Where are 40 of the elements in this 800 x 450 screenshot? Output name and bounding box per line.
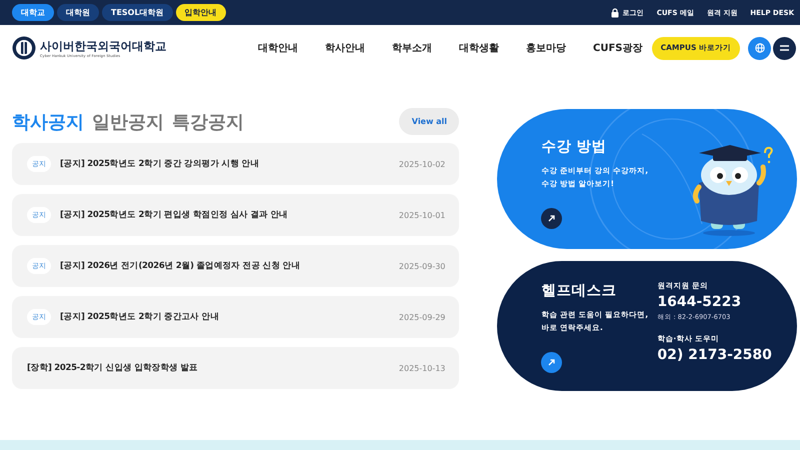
notice-title: [장학] 2025-2학기 신입생 입학장학생 발표 bbox=[27, 362, 198, 374]
nav-link[interactable]: CUFS광장 bbox=[593, 41, 642, 55]
notice-title: [공지] 2025학년도 2학기 중간고사 안내 bbox=[60, 311, 219, 323]
phone-number: 02) 2173-2580 bbox=[657, 347, 772, 363]
nav-link[interactable]: 대학생활 bbox=[459, 41, 499, 55]
arrow-icon bbox=[548, 215, 556, 222]
nav-link[interactable]: 학사안내 bbox=[325, 41, 365, 55]
notice-tab[interactable]: 학사공지 bbox=[12, 110, 84, 134]
notice-title: [공지] 2025학년도 2학기 편입생 학점인정 심사 결과 안내 bbox=[60, 209, 288, 221]
notice-tab[interactable]: 특강공지 bbox=[172, 110, 244, 134]
notice-date: 2025-09-30 bbox=[398, 262, 446, 270]
lock-icon bbox=[610, 8, 619, 18]
arrow-button[interactable] bbox=[541, 208, 562, 229]
site-tab[interactable]: 대학원 bbox=[57, 4, 99, 21]
notice-date: 2025-09-29 bbox=[398, 312, 446, 322]
view-all-button[interactable]: View all bbox=[399, 108, 460, 135]
notice-title: [공지] 2026년 전기(2026년 2월) 졸업예정자 전공 신청 안내 bbox=[60, 260, 300, 272]
university-seal-icon bbox=[12, 36, 36, 60]
site-tab[interactable]: 입학안내 bbox=[176, 4, 226, 21]
university-name: 사이버한국외국어대학교 bbox=[40, 38, 166, 54]
language-button[interactable] bbox=[748, 36, 771, 60]
notice-date: 2025-10-01 bbox=[398, 210, 446, 220]
arrow-icon bbox=[548, 359, 556, 366]
menu-button[interactable] bbox=[773, 36, 796, 60]
notice-title: [공지] 2025학년도 2학기 중간 강의평가 시행 안내 bbox=[60, 158, 260, 170]
notice-date: 2025-10-02 bbox=[398, 160, 446, 168]
nav-link[interactable]: 학부소개 bbox=[392, 41, 432, 55]
nav-link[interactable]: 홍보마당 bbox=[526, 41, 566, 55]
notice-date: 2025-10-13 bbox=[398, 364, 446, 372]
globe-icon bbox=[754, 43, 764, 53]
notice-tab[interactable]: 일반공지 bbox=[92, 110, 164, 134]
menu-icon bbox=[780, 45, 789, 51]
card-title: 헬프데스크 bbox=[541, 282, 618, 300]
notice-row[interactable]: [장학] 2025-2학기 신입생 입학장학생 발표 2025-10-13 bbox=[12, 347, 460, 389]
nav-link[interactable]: 대학안내 bbox=[258, 41, 298, 55]
site-tab[interactable]: 대학교 bbox=[12, 4, 54, 21]
card-title: 수강 방법 bbox=[541, 138, 608, 156]
site-tab[interactable]: TESOL대학원 bbox=[102, 4, 173, 21]
phone-number: 1644-5223 bbox=[657, 294, 742, 310]
arrow-button[interactable] bbox=[541, 352, 562, 373]
